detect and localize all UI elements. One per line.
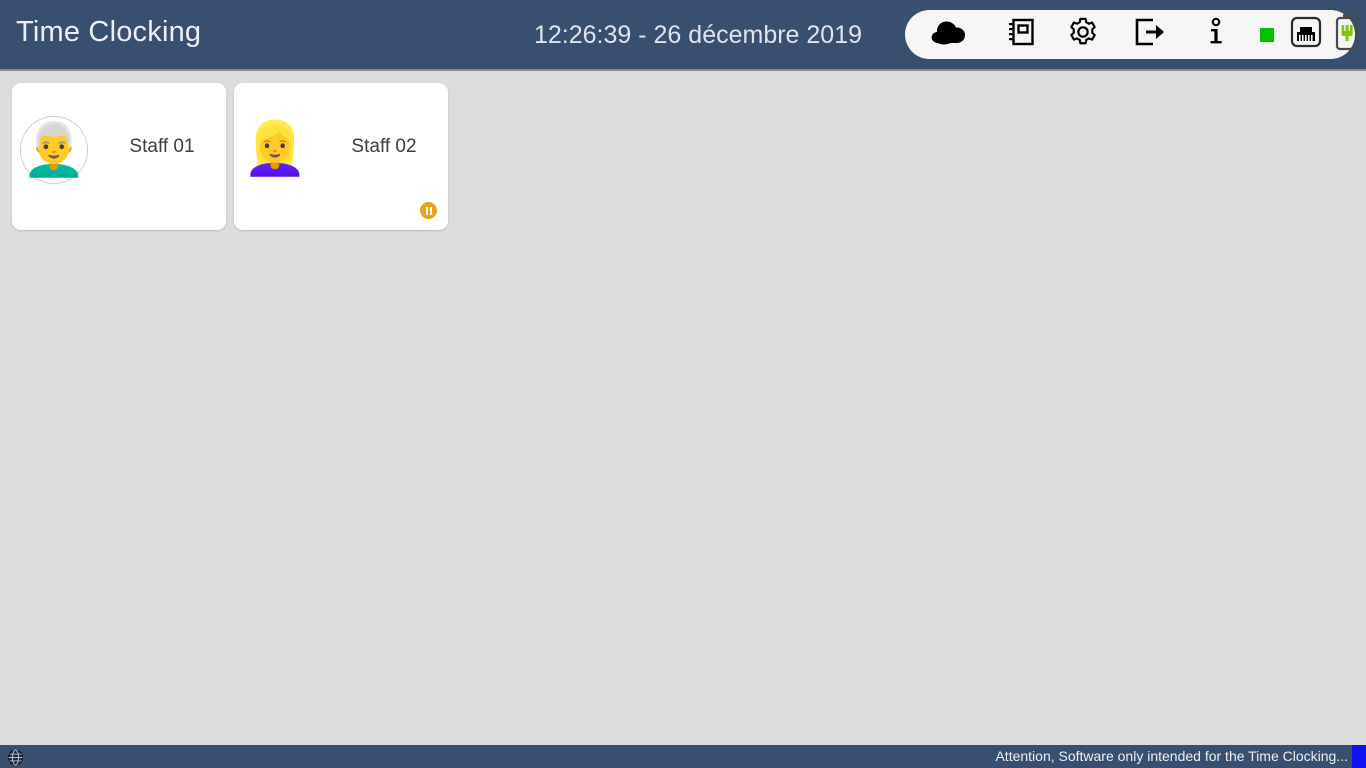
notebook-button[interactable] — [991, 10, 1051, 59]
logout-button[interactable] — [1115, 10, 1185, 59]
pause-bar-left — [425, 206, 428, 215]
toolbar — [905, 10, 1359, 59]
logout-icon — [1133, 17, 1167, 52]
staff-name-label: Staff 01 — [129, 136, 195, 157]
time-clocking-app: Time Clocking 12:26:39 - 26 décembre 201… — [0, 0, 1366, 768]
battery-button[interactable] — [1325, 10, 1366, 59]
cloud-icon — [930, 19, 966, 50]
gear-icon — [1068, 17, 1098, 52]
staff-card[interactable]: 👨‍🦳 Staff 01 — [12, 83, 226, 230]
avatar: 👱‍♀️ — [242, 116, 308, 182]
pause-bar-right — [429, 206, 432, 215]
blonde-woman-avatar-icon: 👱‍♀️ — [242, 120, 308, 178]
status-accent-block — [1352, 745, 1366, 768]
staff-card[interactable]: 👱‍♀️ Staff 02 — [234, 83, 448, 230]
staff-card-list: 👨‍🦳 Staff 01 👱‍♀️ Staff 02 — [12, 83, 448, 230]
page-title: Time Clocking — [16, 16, 202, 48]
network-button[interactable] — [1287, 10, 1325, 59]
status-bar: Attention, Software only intended for th… — [0, 745, 1366, 768]
www-globe-icon[interactable] — [6, 748, 24, 766]
notebook-icon — [1006, 17, 1036, 52]
datetime-display: 12:26:39 - 26 décembre 2019 — [534, 21, 863, 49]
status-led-indicator — [1247, 10, 1287, 59]
app-header: Time Clocking 12:26:39 - 26 décembre 201… — [0, 0, 1366, 69]
info-icon — [1207, 17, 1225, 52]
battery-icon — [1334, 13, 1360, 56]
main-content: 👨‍🦳 Staff 01 👱‍♀️ Staff 02 — [0, 71, 1366, 745]
green-led-icon — [1260, 27, 1274, 42]
info-button[interactable] — [1185, 10, 1247, 59]
staff-name-label: Staff 02 — [351, 136, 417, 157]
status-badge-paused — [420, 202, 437, 219]
older-man-avatar-icon: 👨‍🦳 — [21, 121, 87, 179]
avatar: 👨‍🦳 — [20, 116, 88, 184]
ethernet-icon — [1290, 16, 1322, 53]
status-message: Attention, Software only intended for th… — [995, 748, 1348, 764]
settings-button[interactable] — [1051, 10, 1115, 59]
cloud-button[interactable] — [905, 10, 991, 59]
